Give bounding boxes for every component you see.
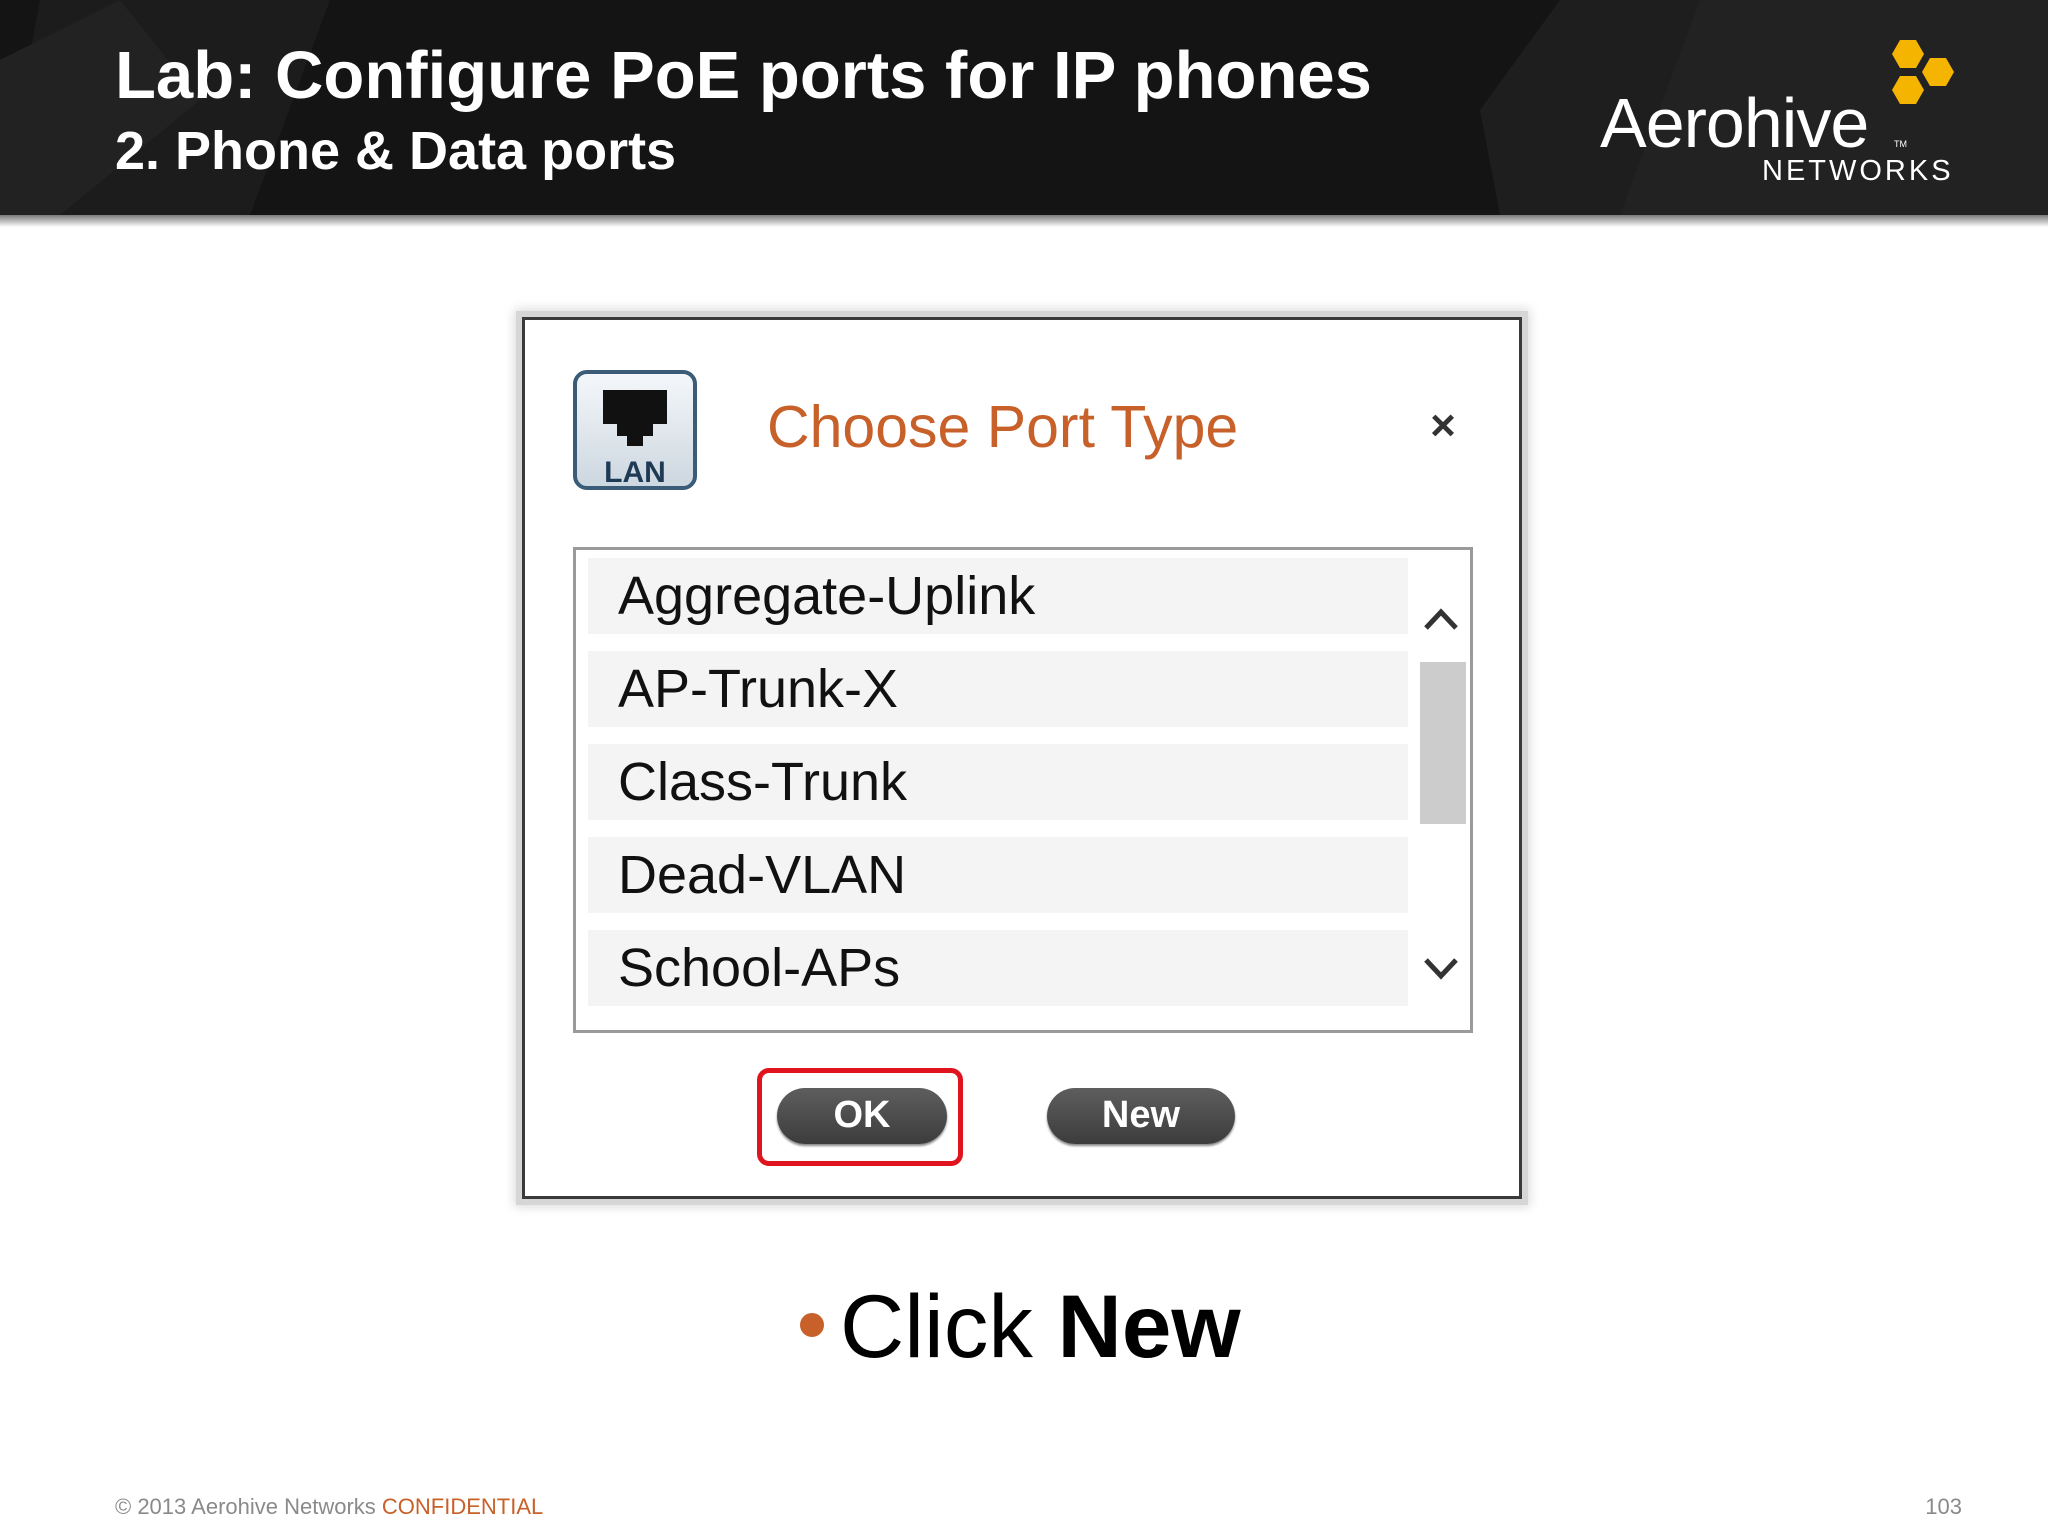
instruction-bullet: Click New [840,1282,1241,1371]
list-item[interactable]: Dead-VLAN [588,837,1408,913]
choose-port-type-dialog: LAN Choose Port Type × Aggregate-Uplink … [522,317,1522,1199]
instruction-text: Click [840,1276,1058,1376]
list-item[interactable]: Aggregate-Uplink [588,558,1408,634]
list-item[interactable]: Class-Trunk [588,744,1408,820]
page-number: 103 [1925,1494,1962,1519]
slide-title: Lab: Configure PoE ports for IP phones [115,38,1372,113]
list-scrollbar[interactable] [1416,558,1466,1024]
new-button[interactable]: New [1047,1088,1235,1144]
logo-hexagons-icon [1892,40,1954,104]
list-item[interactable]: AP-Trunk-X [588,651,1408,727]
close-icon[interactable]: × [1425,404,1461,448]
copyright-text: © 2013 Aerohive Networks [115,1494,382,1519]
lan-port-icon: LAN [573,370,697,490]
dialog-title: Choose Port Type [767,394,1239,460]
ok-button-highlight [757,1068,963,1166]
lan-icon-label: LAN [604,456,666,489]
chevron-down-icon[interactable] [1420,946,1462,988]
header-banner: Lab: Configure PoE ports for IP phones 2… [0,0,2048,215]
bullet-dot [800,1313,824,1337]
banner-shadow [0,215,2048,227]
logo-trademark: TM [1894,139,1907,149]
confidential-label: CONFIDENTIAL [381,1494,544,1519]
list-item[interactable]: School-APs [588,930,1408,1006]
aerohive-logo: Aerohive TM NETWORKS [1590,36,1970,196]
logo-networks: NETWORKS [1762,155,1954,187]
slide-subtitle: 2. Phone & Data ports [115,121,677,181]
scrollbar-thumb[interactable] [1420,662,1466,824]
footer-copyright: © 2013 Aerohive Networks CONFIDENTIAL [115,1494,543,1520]
port-type-list[interactable]: Aggregate-Uplink AP-Trunk-X Class-Trunk … [573,547,1473,1033]
logo-wordmark: Aerohive [1600,84,1869,162]
chevron-up-icon[interactable] [1420,600,1462,642]
instruction-emphasis: New [1057,1276,1241,1376]
